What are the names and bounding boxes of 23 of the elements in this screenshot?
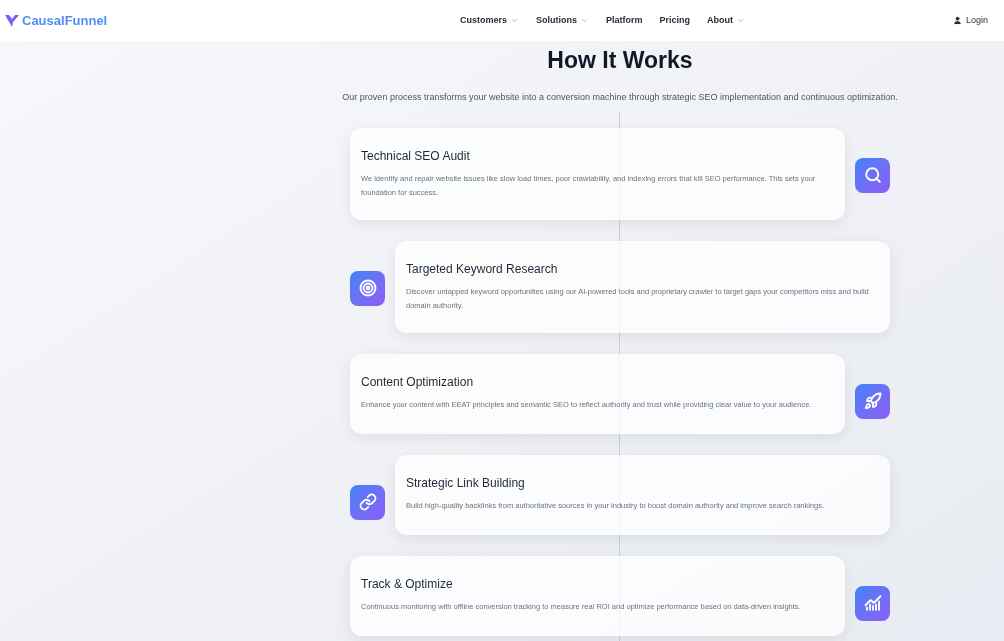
rising-chart-icon: [855, 585, 890, 621]
section-title: How It Works: [547, 46, 693, 75]
nav-link[interactable]: Solutions: [536, 13, 589, 28]
chevron-icon: [510, 16, 519, 25]
step-title: Technical SEO Audit: [361, 147, 471, 164]
step-title: Strategic Link Building: [406, 474, 526, 491]
step-title: Track & Optimize: [361, 575, 454, 592]
login-link[interactable]: Login: [952, 13, 988, 28]
nav-link[interactable]: Customers: [460, 13, 519, 28]
nav-link[interactable]: Pricing: [659, 13, 691, 28]
link-icon: [350, 484, 385, 520]
user-icon: [952, 16, 962, 25]
search-icon: [855, 157, 890, 193]
funnel-logo-icon: [4, 13, 20, 28]
nav-link[interactable]: Platform: [606, 13, 643, 28]
chevron-icon: [736, 16, 746, 25]
rocket-icon: [855, 383, 890, 419]
target-icon: [350, 270, 385, 306]
section-subtitle: Our proven process transforms your website into a conversion machine through strategic SEO implementation and continuous optimization.: [342, 91, 898, 104]
step-title: Targeted Keyword Research: [406, 260, 559, 277]
chevron-icon: [580, 16, 589, 25]
nav-link[interactable]: About: [707, 13, 746, 28]
step-title: Content Optimization: [361, 373, 475, 390]
